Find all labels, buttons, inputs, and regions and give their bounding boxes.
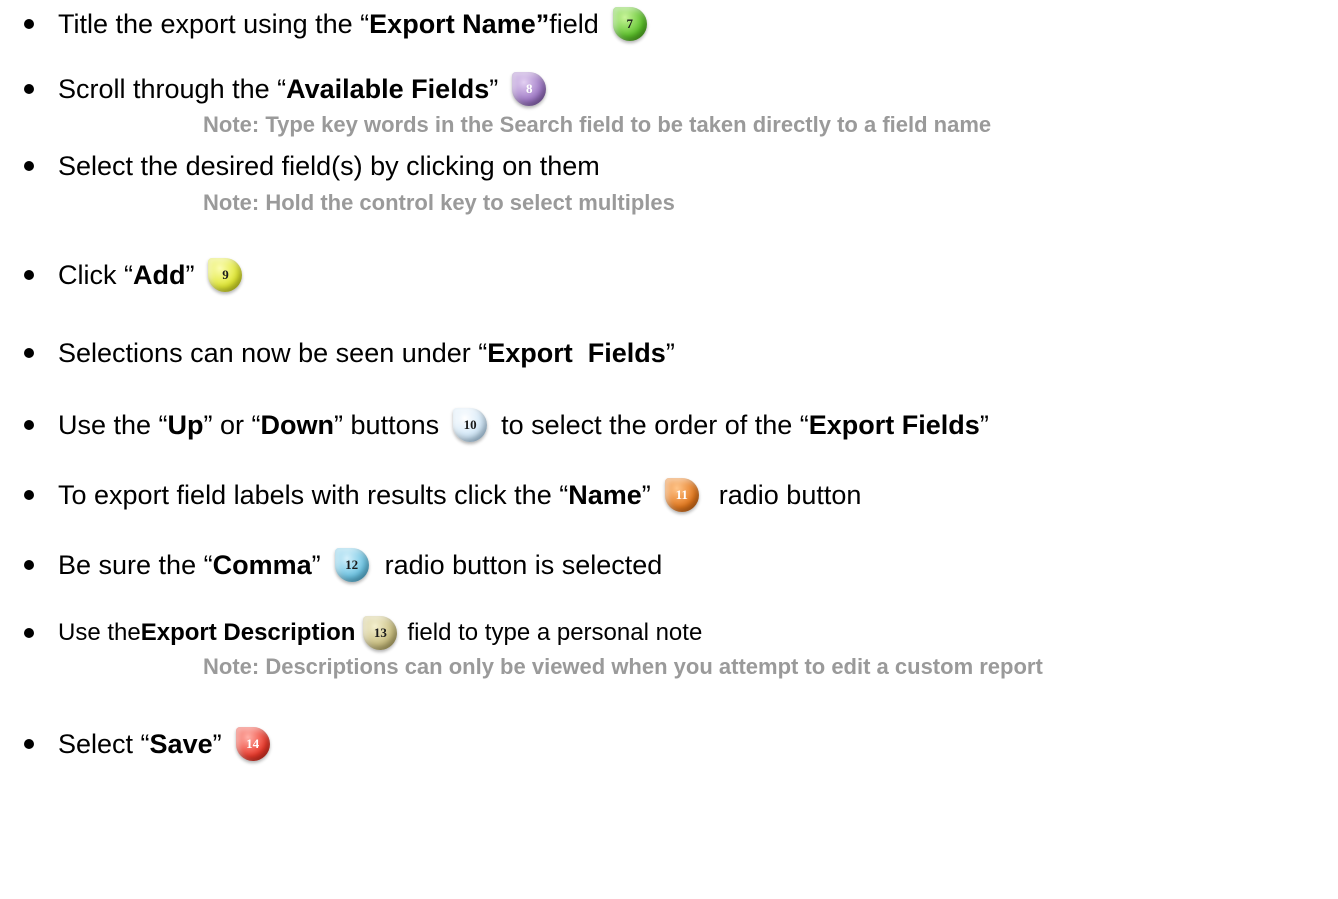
list-item-text: Selections can now be seen under “Export… [58,337,675,368]
bullet [24,270,34,280]
list-item-text: Select “Save” 14 [58,727,270,761]
step-7-badge-icon: 7 [612,7,647,41]
list-item-text: Use the “Up” or “Down” buttons 10 to sel… [58,408,989,442]
list-item-text: Be sure the “Comma” 12 radio button is s… [58,548,662,582]
step-14-badge-icon: 14 [235,727,270,761]
bullet [24,628,34,638]
list-item-text: Click “Add” 9 [58,258,243,292]
note-text: Note: Descriptions can only be viewed wh… [203,654,1043,679]
note-text: Note: Type key words in the Search field… [203,112,992,137]
bullet [24,19,34,29]
list-item-text: To export field labels with results clic… [58,478,861,512]
list-item-text: Use the Export Description 13 field to t… [58,616,702,650]
bullet [24,490,34,500]
bullet [24,739,34,749]
bullet [24,420,34,430]
bullet [24,161,34,171]
step-8-badge-icon: 8 [512,72,547,106]
step-10-badge-icon: 10 [453,408,488,442]
step-13-badge-icon: 13 [363,616,398,650]
bullet [24,560,34,570]
step-11-badge-icon: 11 [664,478,699,512]
list-item-text: Title the export using the “Export Name”… [58,7,647,41]
bullet [24,348,34,358]
bullet [24,84,34,94]
list-item-text: Scroll through the “Available Fields” 8 [58,72,547,106]
step-12-badge-icon: 12 [334,548,369,582]
step-9-badge-icon: 9 [208,258,243,292]
list-item-text: Select the desired field(s) by clicking … [58,150,600,181]
note-text: Note: Hold the control key to select mul… [203,190,675,215]
